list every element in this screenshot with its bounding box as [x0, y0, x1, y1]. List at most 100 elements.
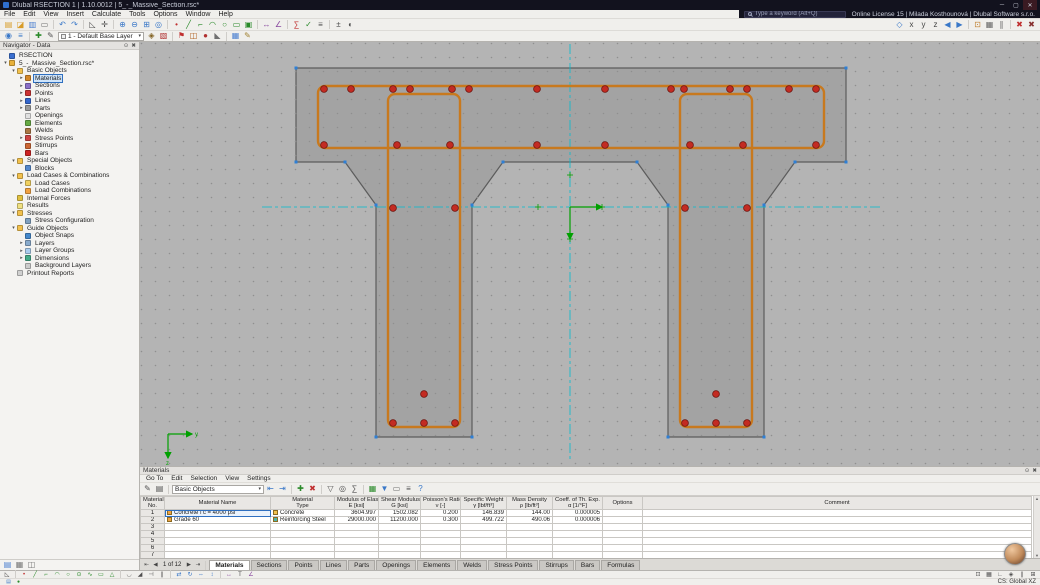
weld-tool-icon[interactable]: ◣ — [212, 31, 223, 41]
menu-options[interactable]: Options — [149, 10, 181, 18]
zoom-in-icon[interactable]: ⊕ — [117, 20, 128, 30]
comment-cell[interactable] — [643, 538, 1032, 545]
value-cell[interactable] — [379, 538, 421, 545]
section-properties-icon[interactable]: ≡ — [315, 20, 326, 30]
value-cell[interactable] — [461, 552, 507, 559]
close-window-button[interactable]: ✕ — [1023, 0, 1037, 10]
tab-points[interactable]: Points — [288, 560, 318, 570]
value-cell[interactable]: 29000.000 — [335, 517, 379, 524]
menu-edit[interactable]: Edit — [19, 10, 39, 18]
redo-icon[interactable]: ↷ — [69, 20, 80, 30]
value-cell[interactable] — [379, 524, 421, 531]
value-cell[interactable] — [421, 552, 461, 559]
value-cell[interactable] — [461, 538, 507, 545]
expand-arrow-icon[interactable]: ▾ — [10, 210, 17, 216]
value-cell[interactable] — [507, 538, 553, 545]
row-number-cell[interactable]: 6 — [141, 545, 165, 552]
navigator-views-tab-icon[interactable]: ◫ — [26, 560, 37, 570]
units-settings-icon[interactable]: ± — [333, 20, 344, 30]
circle-tool-icon[interactable]: ○ — [63, 571, 73, 578]
guideline-toggle-icon[interactable]: ∥ — [1017, 571, 1027, 578]
table-scrollbar[interactable]: ▲▼ — [1033, 496, 1040, 558]
tree-item-special-objects[interactable]: ▾Special Objects — [0, 157, 139, 165]
row-number-cell[interactable]: 2 — [141, 517, 165, 524]
expand-arrow-icon[interactable]: ▾ — [10, 68, 17, 74]
expand-arrow-icon[interactable]: ▾ — [10, 173, 17, 179]
new-point-icon[interactable]: • — [171, 20, 182, 30]
pager-last-button[interactable]: ⇥ — [193, 560, 202, 570]
edit-layer-icon[interactable]: ✎ — [45, 31, 56, 41]
display-settings-icon[interactable]: ◐ — [345, 20, 356, 30]
expand-arrow-icon[interactable]: ▸ — [18, 240, 25, 246]
options-cell[interactable] — [603, 510, 643, 517]
favorites-icon[interactable]: ⚑ — [176, 31, 187, 41]
ellipse-tool-icon[interactable]: ⊙ — [74, 571, 84, 578]
value-cell[interactable] — [461, 524, 507, 531]
table-help-icon[interactable]: ? — [415, 484, 426, 494]
tab-materials[interactable]: Materials — [209, 560, 249, 570]
close-panel-icon[interactable]: ✖ — [131, 43, 136, 49]
menu-window[interactable]: Window — [182, 10, 215, 18]
snap-toggle-icon[interactable]: ⊡ — [973, 571, 983, 578]
value-cell[interactable] — [553, 552, 603, 559]
menu-insert[interactable]: Insert — [62, 10, 88, 18]
table-menu-edit[interactable]: Edit — [167, 475, 186, 482]
material-type-cell[interactable] — [271, 531, 335, 538]
tree-item-lines[interactable]: ▸Lines — [0, 97, 139, 105]
measure-tool-icon[interactable]: ∠ — [246, 571, 256, 578]
value-cell[interactable] — [335, 531, 379, 538]
value-cell[interactable] — [507, 524, 553, 531]
tree-item-elements[interactable]: Elements — [0, 120, 139, 128]
status-ok-icon[interactable]: ● — [14, 579, 23, 585]
material-type-cell[interactable]: Reinforcing Steel — [271, 517, 335, 524]
point-tool-icon[interactable]: • — [19, 571, 29, 578]
options-cell[interactable] — [603, 538, 643, 545]
tree-item-stirrups[interactable]: Stirrups — [0, 142, 139, 150]
row-number-cell[interactable]: 4 — [141, 531, 165, 538]
navigator-data-tab-icon[interactable]: ▤ — [2, 560, 13, 570]
delete-row-icon[interactable]: ✖ — [307, 484, 318, 494]
user-avatar[interactable] — [1004, 543, 1026, 565]
tree-item-stress-points[interactable]: ▸Stress Points — [0, 135, 139, 143]
pager-next-button[interactable]: ▶ — [184, 560, 193, 570]
value-cell[interactable] — [553, 538, 603, 545]
value-cell[interactable] — [421, 524, 461, 531]
pager-first-button[interactable]: ⇤ — [142, 560, 151, 570]
select-tool-icon[interactable]: ◺ — [2, 571, 12, 578]
new-polyline-icon[interactable]: ⌐ — [195, 20, 206, 30]
value-cell[interactable] — [553, 545, 603, 552]
new-rectangle-icon[interactable]: ▭ — [231, 20, 242, 30]
tab-bars[interactable]: Bars — [575, 560, 600, 570]
comment-cell[interactable] — [643, 531, 1032, 538]
value-cell[interactable] — [335, 538, 379, 545]
material-type-cell[interactable] — [271, 552, 335, 559]
material-type-cell[interactable] — [271, 545, 335, 552]
value-cell[interactable] — [379, 552, 421, 559]
object-snap-toggle-icon[interactable]: ◈ — [1006, 571, 1016, 578]
value-cell[interactable]: 0.000006 — [553, 517, 603, 524]
expand-arrow-icon[interactable]: ▸ — [18, 75, 25, 81]
table-menu-go-to[interactable]: Go To — [142, 475, 167, 482]
arc-tool-icon[interactable]: ◠ — [52, 571, 62, 578]
options-cell[interactable] — [603, 552, 643, 559]
comment-cell[interactable] — [643, 545, 1032, 552]
value-cell[interactable]: 0.300 — [421, 517, 461, 524]
move-copy-tool-icon[interactable]: ⇄ — [174, 571, 184, 578]
menu-view[interactable]: View — [39, 10, 62, 18]
view-in-x-icon[interactable]: x — [906, 20, 917, 30]
expand-arrow-icon[interactable]: ▸ — [18, 248, 25, 254]
value-cell[interactable] — [461, 545, 507, 552]
text-tool-icon[interactable]: T — [235, 571, 245, 578]
visibility-icon[interactable]: ◉ — [3, 31, 14, 41]
measure-angle-icon[interactable]: ∠ — [273, 20, 284, 30]
new-arc-icon[interactable]: ◠ — [207, 20, 218, 30]
menu-file[interactable]: File — [0, 10, 19, 18]
view-in-z-icon[interactable]: z — [930, 20, 941, 30]
lock-layer-icon[interactable]: ◈ — [146, 31, 157, 41]
guidelines-icon[interactable]: ∥ — [996, 20, 1007, 30]
offset-tool-icon[interactable]: ∥ — [157, 571, 167, 578]
print-table-icon[interactable]: ▭ — [391, 484, 402, 494]
tree-item-sections[interactable]: ▸Sections — [0, 82, 139, 90]
rectangle-tool-icon[interactable]: ▭ — [96, 571, 106, 578]
table-edit-mode-icon[interactable]: ✎ — [142, 484, 153, 494]
